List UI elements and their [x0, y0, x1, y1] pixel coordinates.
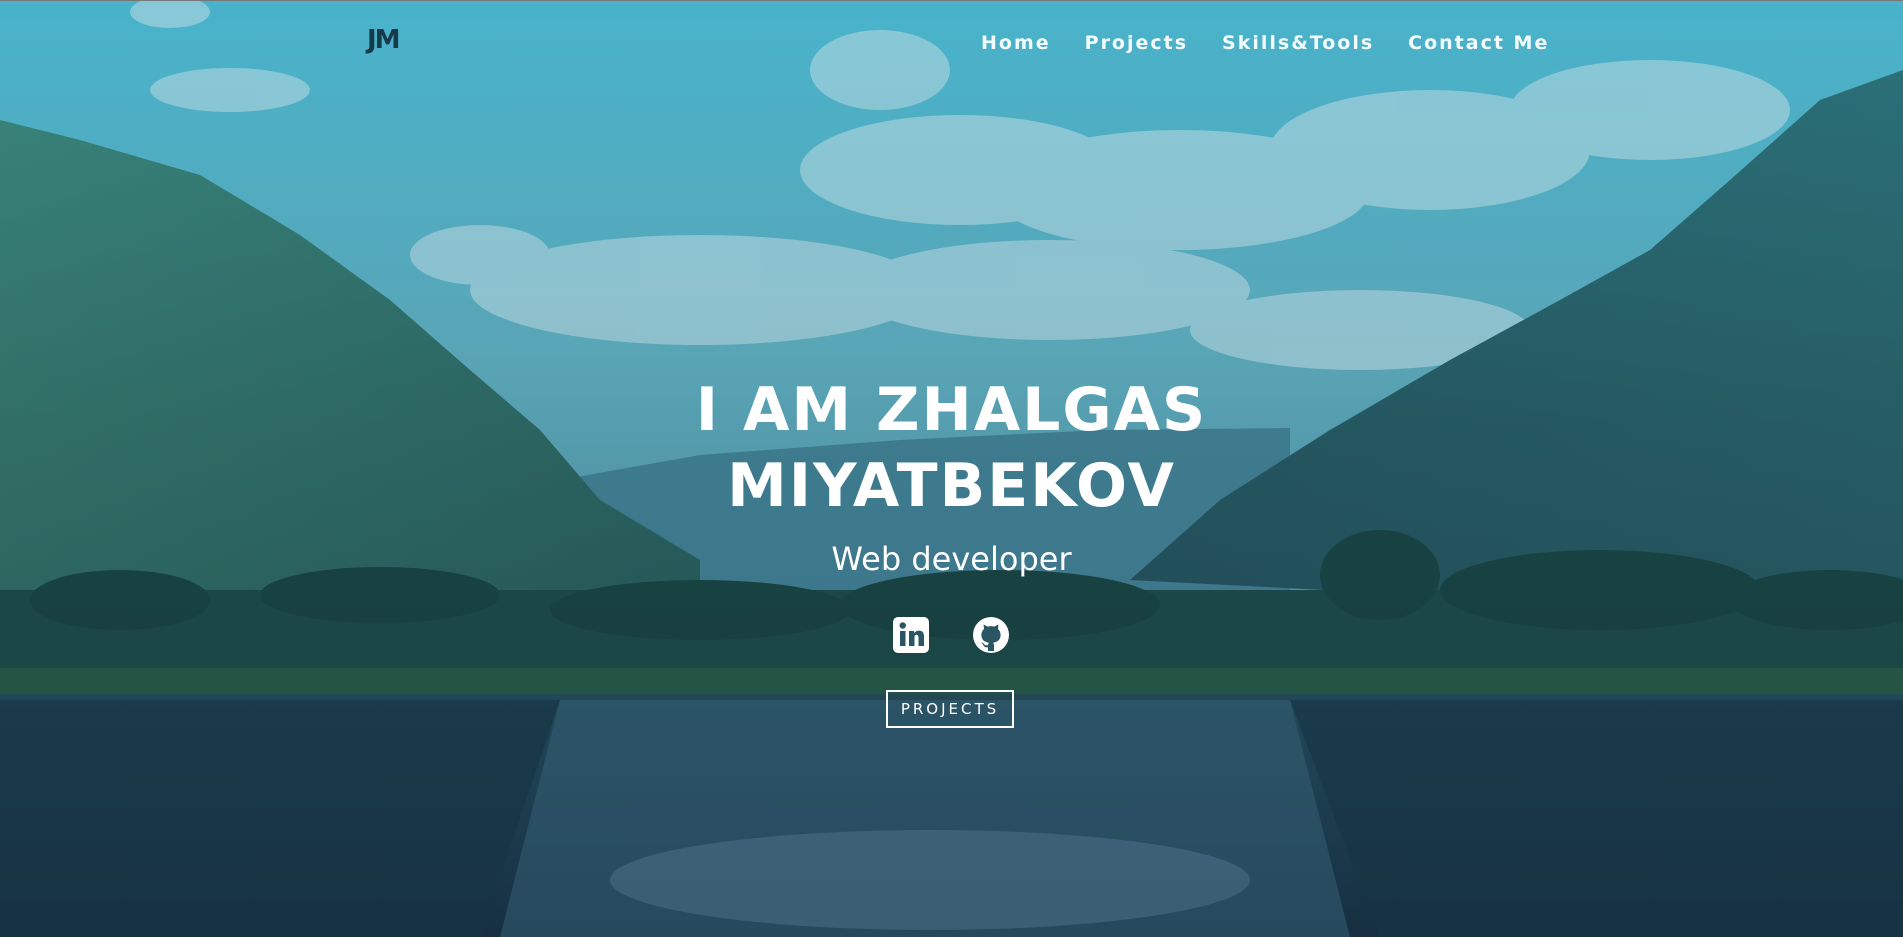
nav-item-skills-tools[interactable]: Skills&Tools — [1222, 32, 1374, 54]
linkedin-icon[interactable] — [891, 615, 931, 655]
hero-subtitle: Web developer — [831, 540, 1072, 578]
nav-menu: Home Projects Skills&Tools Contact Me — [981, 32, 1583, 54]
hero-title-line-2: MIYATBEKOV — [727, 451, 1176, 521]
nav-item-contact-me[interactable]: Contact Me — [1408, 32, 1549, 54]
site-logo[interactable]: JM — [367, 25, 401, 55]
social-links — [891, 615, 1011, 659]
nav-item-projects[interactable]: Projects — [1085, 32, 1188, 54]
projects-button[interactable]: PROJECTS — [886, 690, 1014, 728]
hero-title-line-1: I AM ZHALGAS — [695, 375, 1208, 445]
nav-item-home[interactable]: Home — [981, 32, 1051, 54]
navbar: JM Home Projects Skills&Tools Contact Me — [0, 0, 1903, 85]
github-icon[interactable] — [971, 615, 1011, 655]
hero-title: I AM ZHALGAS MIYATBEKOV — [0, 372, 1903, 524]
